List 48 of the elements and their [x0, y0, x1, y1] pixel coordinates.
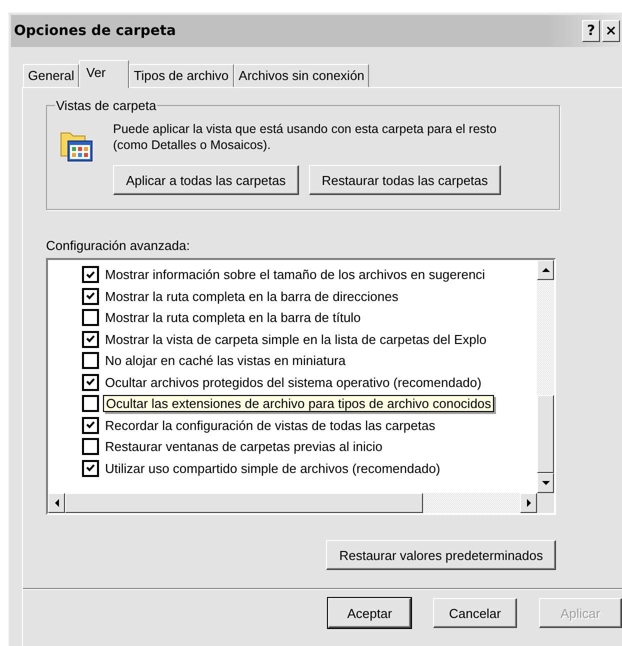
tooltip: Ocultar las extensiones de archivo para tipos de archivo conocidos: [103, 395, 494, 412]
tab[interactable]: Archivos sin conexión: [234, 64, 370, 87]
description-text: Puede aplicar la vista que está usando con esta carpeta para el resto (como Detalles o Mosaicos).: [113, 121, 498, 153]
option-label: Utilizar uso compartido simple de archivos (recomendado): [105, 460, 440, 476]
checkbox[interactable]: [82, 460, 99, 477]
checkbox[interactable]: [82, 395, 99, 412]
check-mark-icon: [86, 335, 95, 344]
close-button[interactable]: ×: [602, 20, 620, 42]
dialog-button[interactable]: Cancelar: [433, 598, 517, 628]
checkbox[interactable]: [82, 352, 99, 370]
scroll-down-icon: [542, 480, 550, 486]
check-mark-icon: [86, 292, 95, 300]
checkbox[interactable]: [82, 330, 99, 348]
option-label: Mostrar información sobre el tamaño de los archivos en sugerenci: [105, 267, 486, 282]
checkbox[interactable]: [82, 309, 99, 326]
restore-defaults-button[interactable]: Restaurar valores predeterminados: [326, 540, 556, 570]
window-title: Opciones de carpeta: [13, 23, 178, 39]
help-button[interactable]: ?: [582, 20, 600, 42]
section-label: Configuración avanzada:: [46, 238, 191, 253]
dialog-button[interactable]: Aceptar: [328, 598, 412, 628]
checkbox[interactable]: [82, 438, 99, 456]
tab[interactable]: General: [23, 64, 80, 87]
option-label: Mostrar la vista de carpeta simple en la lista de carpetas del Explo: [105, 332, 487, 347]
scroll-left-icon: [54, 499, 60, 507]
checkbox[interactable]: [82, 266, 99, 284]
check-mark-icon: [86, 270, 95, 279]
apply-button[interactable]: Aplicar a todas las carpetas: [113, 165, 299, 195]
check-mark-icon: [86, 421, 95, 430]
option-label: Recordar la configuración de vistas de todas las carpetas: [105, 418, 436, 433]
option-label: Ocultar archivos protegidos del sistema operativo (recomendado): [105, 374, 482, 390]
checkbox[interactable]: [82, 288, 99, 305]
horizontal-scrollbar[interactable]: [48, 493, 537, 513]
option-label: Mostrar la ruta completa en la barra de direcciones: [105, 288, 398, 304]
apply-button[interactable]: Restaurar todas las carpetas: [308, 165, 501, 195]
checkbox[interactable]: [82, 374, 99, 391]
scrollbar-corner: [537, 493, 554, 513]
option-label: Restaurar ventanas de carpetas previas al inicio: [105, 439, 382, 454]
option-label: No alojar en caché las vistas en miniatura: [105, 353, 346, 368]
tab[interactable]: Tipos de archivo: [128, 64, 234, 87]
group-title: Vistas de carpeta: [55, 98, 158, 113]
check-mark-icon: [86, 464, 95, 472]
tab[interactable]: Ver: [79, 60, 129, 88]
scroll-up-icon: [542, 267, 550, 273]
vertical-scrollbar[interactable]: [537, 260, 554, 493]
scroll-right-icon: [526, 499, 532, 507]
option-label: Mostrar la ruta completa en la barra de título: [105, 310, 361, 326]
check-mark-icon: [86, 378, 95, 386]
checkbox[interactable]: [82, 416, 99, 434]
